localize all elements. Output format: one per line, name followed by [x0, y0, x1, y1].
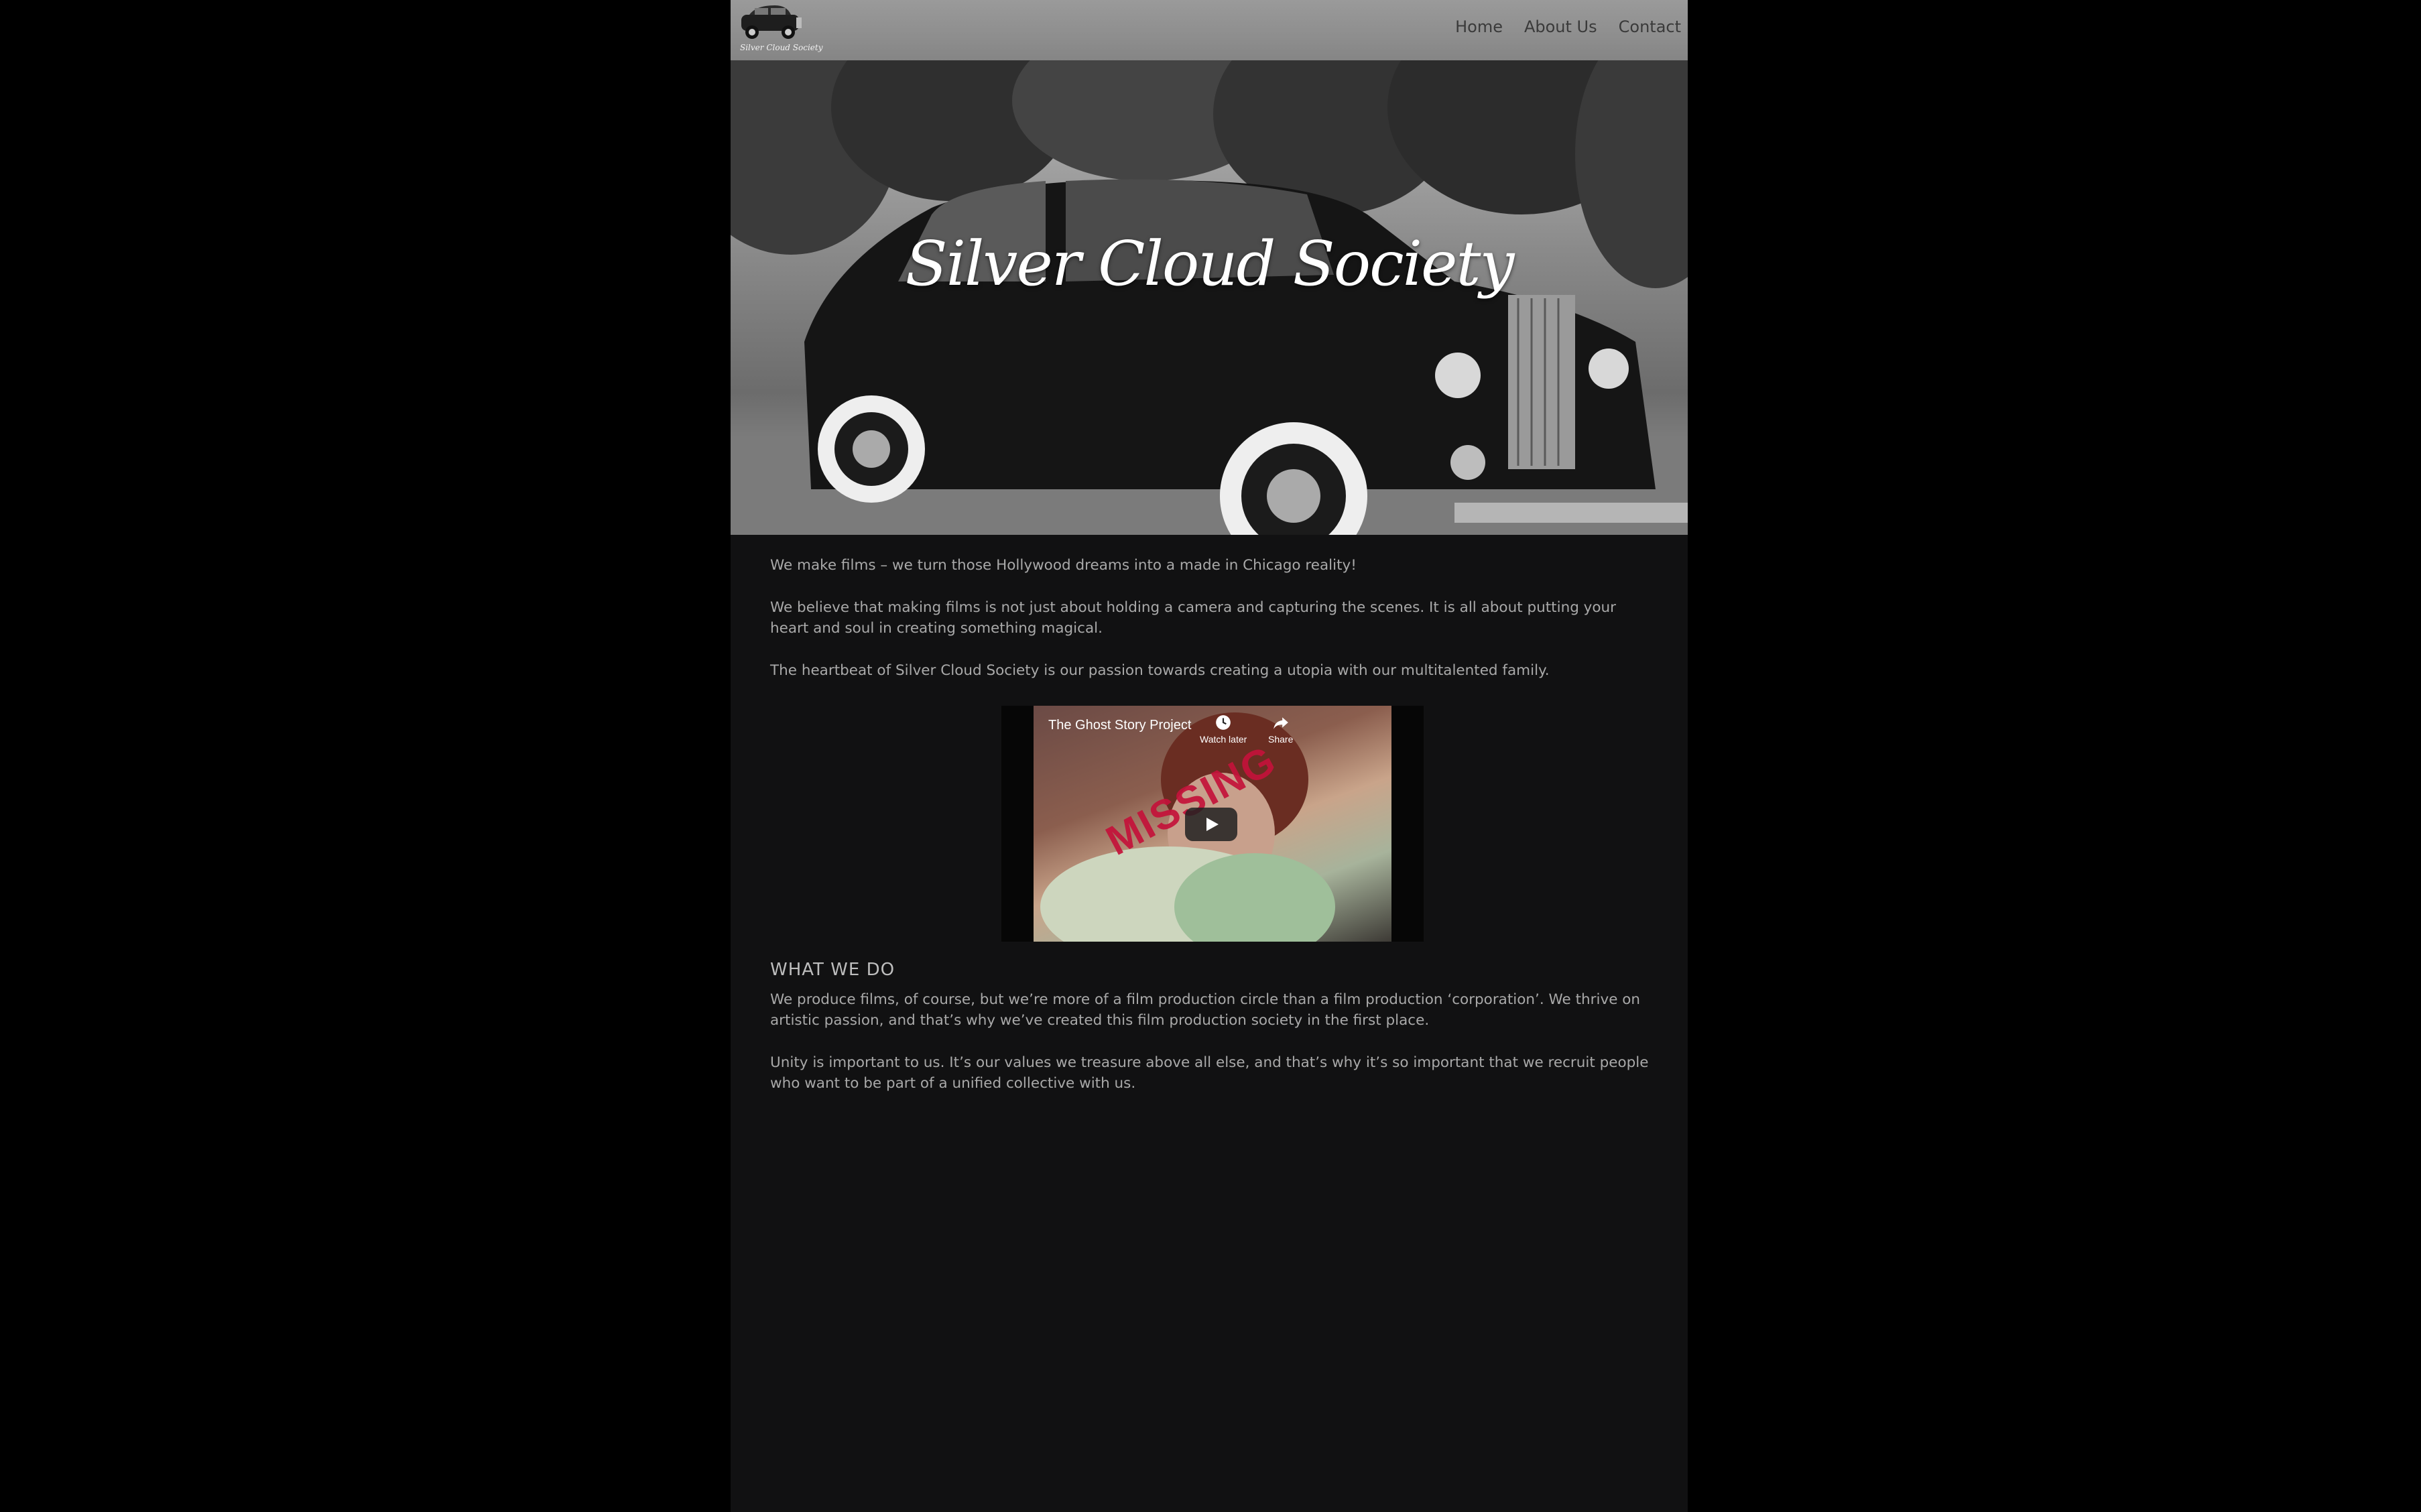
site-logo[interactable]: Silver Cloud Society — [735, 3, 823, 56]
video-title[interactable]: The Ghost Story Project — [1048, 718, 1191, 733]
page-container: Silver Cloud Society Home About Us Conta… — [731, 0, 1688, 1512]
intro-paragraph-2: We believe that making films is not just… — [770, 599, 1617, 637]
watch-later-label: Watch later — [1200, 734, 1247, 745]
share-button[interactable]: Share — [1268, 714, 1293, 745]
nav-item-contact[interactable]: Contact — [1619, 17, 1681, 36]
car-logo-icon — [741, 5, 802, 39]
what-we-do-paragraph-2: Unity is important to us. It’s our value… — [770, 1054, 1649, 1092]
watch-later-button[interactable]: Watch later — [1200, 714, 1247, 745]
share-label: Share — [1268, 734, 1294, 745]
nav-item-home[interactable]: Home — [1455, 17, 1503, 36]
hero-banner: Silver Cloud Society — [731, 60, 1688, 535]
play-icon — [1206, 818, 1219, 831]
what-we-do-section: We produce films, of course, but we’re m… — [770, 989, 1655, 1115]
logo-text: Silver Cloud Society — [740, 43, 823, 52]
intro-paragraph-3: The heartbeat of Silver Cloud Society is… — [770, 662, 1550, 679]
site-header: Silver Cloud Society Home About Us Conta… — [731, 0, 1688, 60]
nav-item-about-us[interactable]: About Us — [1524, 17, 1597, 36]
video-embed[interactable]: The Ghost Story Project Watch later Shar… — [1001, 706, 1424, 942]
intro-section: We make films – we turn those Hollywood … — [770, 555, 1655, 702]
share-icon — [1273, 717, 1288, 729]
intro-paragraph-1: We make films – we turn those Hollywood … — [770, 557, 1357, 574]
what-we-do-paragraph-1: We produce films, of course, but we’re m… — [770, 991, 1641, 1029]
what-we-do-heading: WHAT WE DO — [770, 960, 895, 980]
play-button[interactable] — [1185, 808, 1237, 841]
hero-title: Silver Cloud Society — [905, 228, 1515, 300]
clock-icon — [1216, 715, 1231, 730]
main-nav: Home About Us Contact — [1455, 17, 1681, 36]
